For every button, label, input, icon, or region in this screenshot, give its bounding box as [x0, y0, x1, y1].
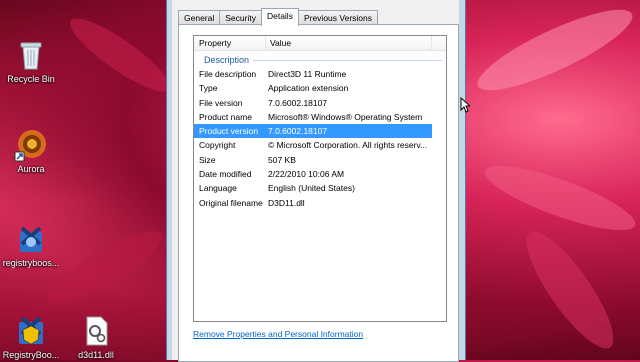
property-row-original-filename[interactable]: Original filename D3D11.dll: [194, 196, 446, 210]
property-value: Microsoft® Windows® Operating System: [268, 111, 423, 122]
property-key: Product name: [199, 111, 252, 122]
desktop-icon-label: d3d11.dll: [78, 350, 114, 360]
properties-dialog: General Security Details Previous Versio…: [166, 0, 466, 362]
column-header-property[interactable]: Property: [194, 36, 266, 50]
wallpaper-petal: [513, 221, 627, 359]
tab-general[interactable]: General: [178, 10, 221, 25]
property-value: 2/22/2010 10:06 AM: [268, 169, 345, 180]
group-divider: [253, 59, 442, 61]
property-row-date-modified[interactable]: Date modified 2/22/2010 10:06 AM: [194, 167, 446, 181]
property-row-file-version[interactable]: File version 7.0.6002.18107: [194, 96, 446, 110]
property-key: Product version: [199, 126, 259, 137]
property-row-type[interactable]: Type Application extension: [194, 81, 446, 95]
property-key: Copyright: [199, 140, 236, 151]
remove-properties-link[interactable]: Remove Properties and Personal Informati…: [193, 329, 363, 339]
property-value: 7.0.6002.18107: [268, 97, 328, 108]
mouse-cursor-icon: [460, 97, 470, 113]
property-row-language[interactable]: Language English (United States): [194, 181, 446, 195]
desktop-icon-label: Recycle Bin: [7, 74, 55, 84]
tab-security[interactable]: Security: [219, 10, 262, 25]
desktop-icon-d3d11-dll[interactable]: d3d11.dll: [61, 314, 131, 360]
group-header-description: Description: [198, 55, 446, 65]
property-row-product-version[interactable]: Product version 7.0.6002.18107: [194, 124, 432, 139]
tab-details[interactable]: Details: [260, 8, 299, 26]
property-key: Type: [199, 83, 218, 94]
property-row-product-name[interactable]: Product name Microsoft® Windows® Operati…: [194, 110, 446, 124]
property-key: Original filename: [199, 197, 263, 208]
desktop: Recycle Bin Aurora registryboos... Regis…: [0, 0, 170, 360]
details-panel: Property Value Description File descript…: [178, 24, 459, 362]
list-header: Property Value: [194, 36, 446, 51]
desktop-icon-label: RegistryBoo...: [2, 350, 60, 360]
properties-list[interactable]: Property Value Description File descript…: [193, 35, 447, 322]
property-key: File version: [199, 97, 243, 108]
desktop-icon-registrybooster[interactable]: RegistryBoo...: [0, 314, 66, 360]
property-row-copyright[interactable]: Copyright © Microsoft Corporation. All r…: [194, 138, 446, 152]
installer-icon: [14, 222, 48, 256]
aurora-icon: [14, 128, 48, 162]
property-value: D3D11.dll: [268, 197, 305, 208]
desktop-icon-aurora[interactable]: Aurora: [0, 128, 66, 174]
tab-previous-versions[interactable]: Previous Versions: [297, 10, 378, 25]
property-row-file-description[interactable]: File description Direct3D 11 Runtime: [194, 67, 446, 81]
property-key: Size: [199, 154, 216, 165]
group-label: Description: [204, 55, 250, 65]
wallpaper-petal: [478, 153, 640, 243]
desktop-icon-label: Aurora: [17, 164, 45, 174]
desktop-icon-recycle-bin[interactable]: Recycle Bin: [0, 38, 66, 84]
desktop-icon-label: registryboos...: [2, 258, 60, 268]
property-value: © Microsoft Corporation. All rights rese…: [268, 140, 428, 151]
property-value: 7.0.6002.18107: [268, 126, 328, 137]
registrybooster-icon: [14, 314, 48, 348]
property-value: 507 KB: [268, 154, 296, 165]
dll-file-icon: [79, 314, 113, 348]
property-key: Date modified: [199, 169, 252, 180]
property-value: Direct3D 11 Runtime: [268, 69, 347, 79]
wallpaper-petal: [469, 0, 640, 105]
dialog-client: General Security Details Previous Versio…: [172, 0, 459, 362]
column-header-filler: [431, 36, 446, 50]
property-value: Application extension: [268, 83, 349, 94]
property-value: English (United States): [268, 183, 355, 194]
recycle-bin-icon: [14, 38, 48, 72]
property-row-size[interactable]: Size 507 KB: [194, 153, 446, 167]
tab-strip: General Security Details Previous Versio…: [178, 8, 378, 26]
desktop-icon-registrybooster-installer[interactable]: registryboos...: [0, 222, 66, 268]
column-header-value[interactable]: Value: [266, 36, 431, 50]
property-key: Language: [199, 183, 237, 194]
property-key: File description: [199, 69, 257, 79]
